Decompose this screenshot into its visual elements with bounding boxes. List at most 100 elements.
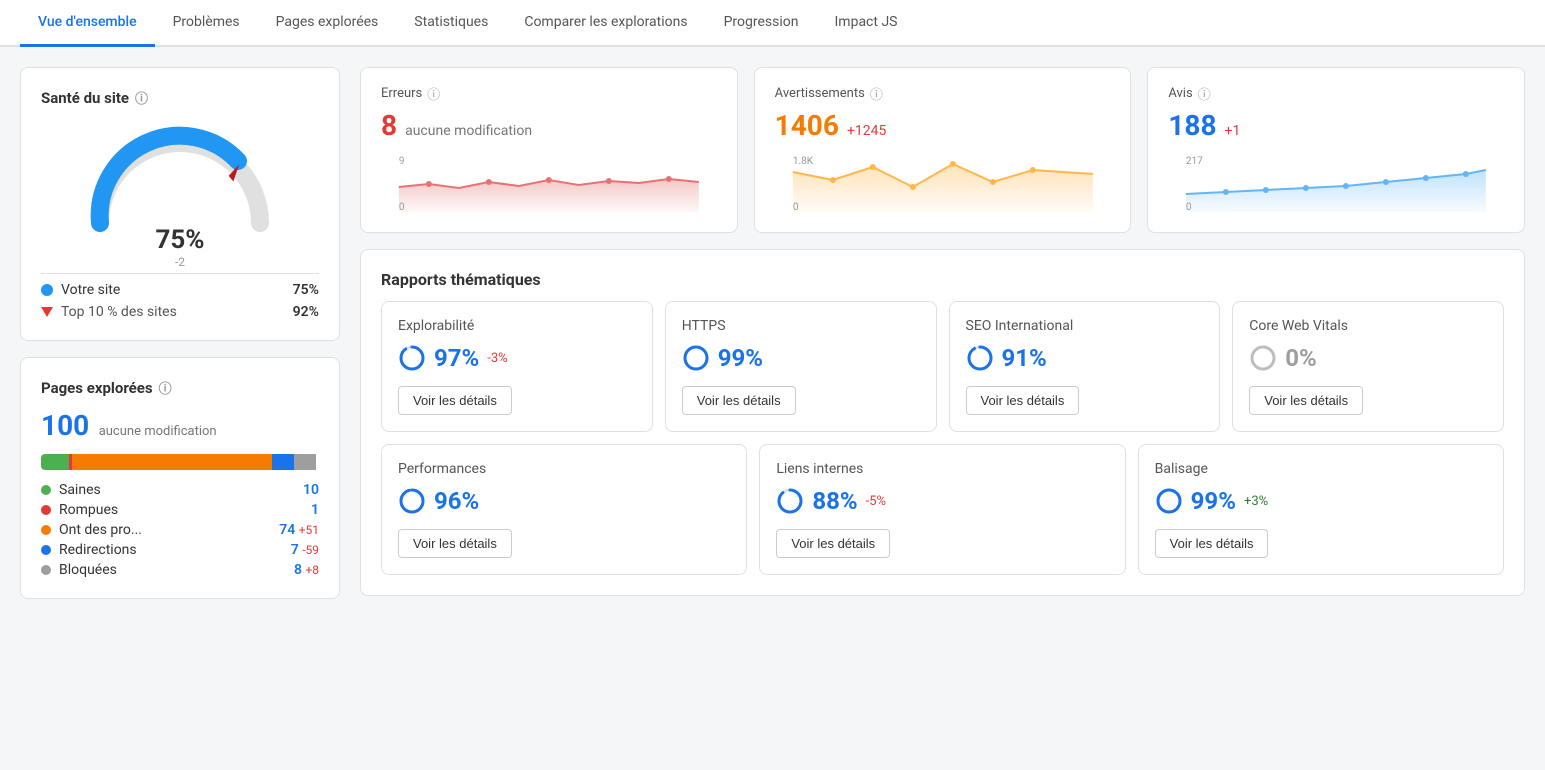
pages-legend: Saines 10 Rompues 1 Ont des pro...: [41, 482, 319, 578]
legend-issues: Ont des pro... 74 +51: [41, 522, 319, 538]
metric-notices: Avis ⓘ 188 +1: [1147, 67, 1525, 233]
report-performances-name: Performances: [398, 461, 730, 477]
metrics-row: Erreurs ⓘ 8 aucune modification: [360, 67, 1525, 233]
report-liens-name: Liens internes: [776, 461, 1108, 477]
score-cwv: 0%: [1285, 344, 1317, 372]
metric-notices-value: 188 +1: [1168, 109, 1504, 142]
dot-rompues: [41, 505, 51, 515]
details-balisage[interactable]: Voir les détails: [1155, 529, 1269, 558]
details-liens[interactable]: Voir les détails: [776, 529, 890, 558]
nav-item-problems[interactable]: Problèmes: [155, 0, 258, 47]
errors-chart: 9 0: [381, 152, 717, 212]
report-balisage-score: 99% +3%: [1155, 487, 1487, 515]
report-seo-score: 91%: [966, 344, 1204, 372]
warnings-info-icon[interactable]: ⓘ: [870, 84, 883, 103]
reports-section: Rapports thématiques Explorabilité 97% -…: [360, 249, 1525, 596]
ring-cwv: [1249, 344, 1277, 372]
report-cwv: Core Web Vitals 0% Voir les détails: [1232, 301, 1504, 432]
main-nav: Vue d'ensemble Problèmes Pages explorées…: [0, 0, 1545, 47]
details-cwv[interactable]: Voir les détails: [1249, 386, 1363, 415]
top-dropdown[interactable]: Top 10 % des sites: [61, 304, 177, 320]
ring-explorabilite: [398, 344, 426, 372]
score-balisage: 99%: [1191, 487, 1236, 515]
gauge-container: [41, 123, 319, 233]
diff-balisage: +3%: [1244, 494, 1268, 509]
health-title: Santé du site ⓘ: [41, 88, 319, 107]
bar-redirect: [272, 454, 294, 470]
site-value: 75%: [293, 282, 319, 298]
metric-errors-label: Erreurs ⓘ: [381, 84, 717, 103]
nav-item-stats[interactable]: Statistiques: [396, 0, 506, 47]
bar-blocked: [294, 454, 316, 470]
svg-text:0: 0: [793, 202, 799, 212]
report-explorabilite-score: 97% -3%: [398, 344, 636, 372]
bar-healthy: [41, 454, 69, 470]
metric-errors-value: 8 aucune modification: [381, 109, 717, 142]
report-explorabilite-name: Explorabilité: [398, 318, 636, 334]
report-balisage-name: Balisage: [1155, 461, 1487, 477]
report-liens: Liens internes 88% -5% Voir les détails: [759, 444, 1125, 575]
report-cwv-name: Core Web Vitals: [1249, 318, 1487, 334]
svg-text:217: 217: [1186, 156, 1203, 167]
score-performances: 96%: [434, 487, 479, 515]
main-content: Erreurs ⓘ 8 aucune modification: [360, 67, 1525, 745]
svg-text:0: 0: [399, 202, 405, 212]
health-info-icon[interactable]: ⓘ: [135, 88, 148, 107]
warnings-chart: 1.8K 0: [775, 152, 1111, 212]
nav-item-progress[interactable]: Progression: [706, 0, 817, 47]
legend-rompues: Rompues 1: [41, 502, 319, 518]
pages-sub: aucune modification: [99, 424, 217, 439]
report-performances: Performances 96% Voir les détails: [381, 444, 747, 575]
sidebar: Santé du site ⓘ 75% -2: [20, 67, 340, 745]
pages-bar: [41, 454, 319, 470]
metric-notices-label: Avis ⓘ: [1168, 84, 1504, 103]
report-https-score: 99%: [682, 344, 920, 372]
site-dot: [41, 284, 53, 296]
reports-bottom-grid: Performances 96% Voir les détails Liens …: [381, 444, 1504, 575]
legend-top: Top 10 % des sites 92%: [41, 304, 319, 320]
ring-liens: [776, 487, 804, 515]
ring-performances: [398, 487, 426, 515]
health-card: Santé du site ⓘ 75% -2: [20, 67, 340, 341]
svg-text:0: 0: [1186, 202, 1192, 212]
report-explorabilite: Explorabilité 97% -3% Voir les détails: [381, 301, 653, 432]
score-explorabilite: 97%: [434, 344, 479, 372]
errors-info-icon[interactable]: ⓘ: [427, 84, 440, 103]
notices-chart: 217 0: [1168, 152, 1504, 212]
report-liens-score: 88% -5%: [776, 487, 1108, 515]
nav-item-js[interactable]: Impact JS: [817, 0, 916, 47]
svg-text:1.8K: 1.8K: [793, 156, 814, 167]
legend-bloquees: Bloquées 8 +8: [41, 562, 319, 578]
details-performances[interactable]: Voir les détails: [398, 529, 512, 558]
pages-count: 100: [41, 409, 89, 442]
nav-item-pages[interactable]: Pages explorées: [258, 0, 397, 47]
reports-title: Rapports thématiques: [381, 270, 1504, 289]
nav-item-overview[interactable]: Vue d'ensemble: [20, 0, 155, 47]
bar-issues: [72, 454, 272, 470]
metric-warnings-value: 1406 +1245: [775, 109, 1111, 142]
svg-text:9: 9: [399, 156, 405, 167]
details-seo[interactable]: Voir les détails: [966, 386, 1080, 415]
gauge-chart: [80, 123, 280, 233]
score-liens: 88%: [812, 487, 857, 515]
pages-info-icon[interactable]: ⓘ: [159, 378, 172, 397]
details-explorabilite[interactable]: Voir les détails: [398, 386, 512, 415]
nav-item-compare[interactable]: Comparer les explorations: [506, 0, 705, 47]
report-https-name: HTTPS: [682, 318, 920, 334]
report-seo: SEO International 91% Voir les détails: [949, 301, 1221, 432]
notices-info-icon[interactable]: ⓘ: [1198, 84, 1211, 103]
legend-site: Votre site 75%: [41, 282, 319, 298]
report-seo-name: SEO International: [966, 318, 1204, 334]
dot-bloquees: [41, 565, 51, 575]
details-https[interactable]: Voir les détails: [682, 386, 796, 415]
diff-explorabilite: -3%: [487, 351, 507, 366]
health-legend: Votre site 75% Top 10 % des sites 92%: [41, 282, 319, 320]
diff-liens: -5%: [866, 494, 886, 509]
pages-card: Pages explorées ⓘ 100 aucune modificatio…: [20, 357, 340, 599]
score-seo: 91%: [1002, 344, 1047, 372]
pages-count-row: 100 aucune modification: [41, 409, 319, 442]
report-balisage: Balisage 99% +3% Voir les détails: [1138, 444, 1504, 575]
report-cwv-score: 0%: [1249, 344, 1487, 372]
ring-balisage: [1155, 487, 1183, 515]
score-https: 99%: [718, 344, 763, 372]
